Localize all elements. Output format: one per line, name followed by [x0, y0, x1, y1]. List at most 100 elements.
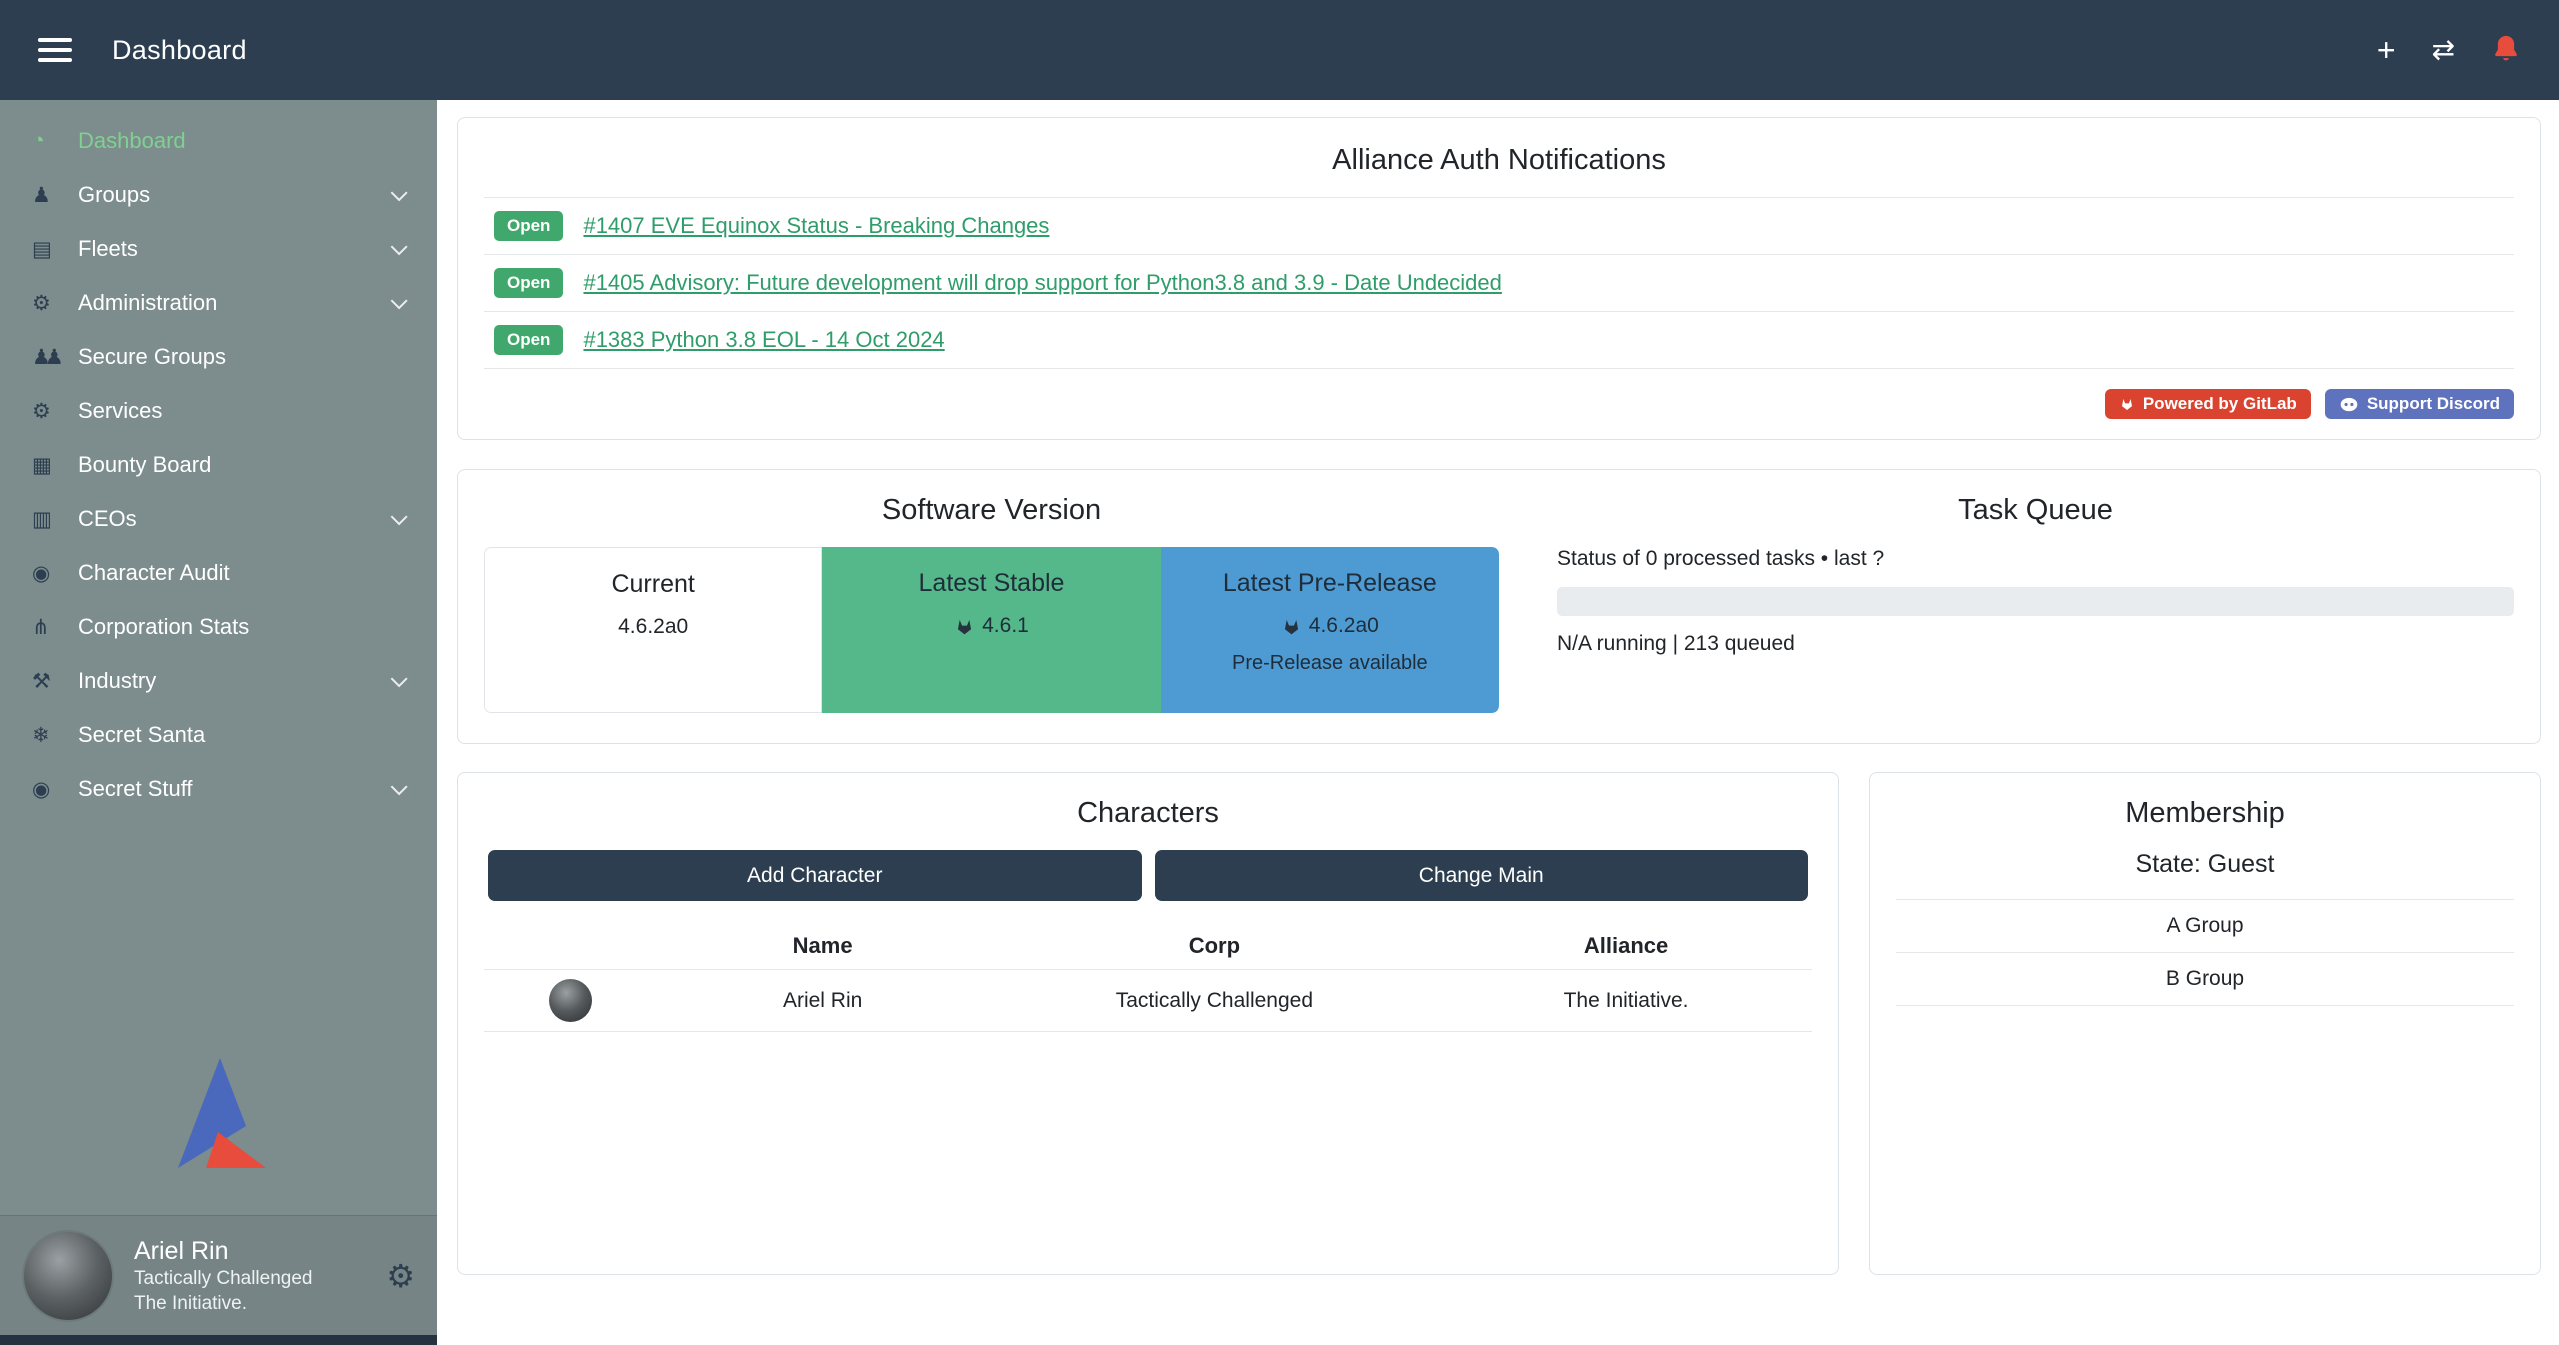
sidebar-item-label: Groups	[78, 182, 150, 208]
gears-icon: ⚙	[32, 291, 78, 316]
characters-table: Name Corp Alliance Ariel Rin Tactically …	[484, 923, 1812, 1032]
software-taskqueue-panel: Software Version Current 4.6.2a0 Latest …	[457, 469, 2541, 744]
task-queue-section: Task Queue Status of 0 processed tasks •…	[1499, 484, 2514, 713]
sidebar-item-services[interactable]: ⚙ Services	[0, 384, 437, 438]
chevron-down-icon	[391, 292, 408, 309]
user-alliance: The Initiative.	[134, 1292, 313, 1317]
sidebar-item-fleets[interactable]: ▤ Fleets	[0, 222, 437, 276]
sidebar-item-industry[interactable]: ⚒ Industry	[0, 654, 437, 708]
add-character-button[interactable]: Add Character	[488, 850, 1142, 901]
sidebar-item-character-audit[interactable]: ◉ Character Audit	[0, 546, 437, 600]
avatar-column-header	[484, 923, 657, 970]
chevron-down-icon	[391, 238, 408, 255]
software-version-title: Software Version	[484, 494, 1499, 527]
shuffle-icon[interactable]: ⇄	[2432, 36, 2455, 64]
notification-row: Open #1407 EVE Equinox Status - Breaking…	[484, 197, 2514, 254]
gear-icon[interactable]: ⚙	[386, 1257, 415, 1295]
sidebar-item-ceos[interactable]: ▥ CEOs	[0, 492, 437, 546]
sidebar-item-bounty-board[interactable]: ▦ Bounty Board	[0, 438, 437, 492]
corp-column-header: Corp	[989, 923, 1441, 970]
folder-open-icon: ▤	[32, 237, 78, 262]
table-row[interactable]: Ariel Rin Tactically Challenged The Init…	[484, 970, 1812, 1032]
gift-icon: ❄	[32, 723, 78, 748]
version-current-value: 4.6.2a0	[485, 615, 821, 639]
sidebar-item-label: Bounty Board	[78, 452, 211, 478]
notification-link[interactable]: #1383 Python 3.8 EOL - 14 Oct 2024	[583, 327, 944, 353]
discord-badge-label: Support Discord	[2367, 394, 2500, 414]
user-panel: Ariel Rin Tactically Challenged The Init…	[0, 1215, 437, 1335]
user-avatar	[22, 1230, 114, 1322]
chevron-down-icon	[391, 508, 408, 525]
list-item: B Group	[1896, 952, 2514, 1006]
bottom-row: Characters Add Character Change Main Nam…	[457, 772, 2541, 1275]
sidebar-nav: ◔ Dashboard ♟ Groups ▤ Fleets ⚙ Administ…	[0, 100, 437, 816]
eye-icon: ◉	[32, 777, 78, 802]
characters-table-header: Name Corp Alliance	[484, 923, 1812, 970]
sidebar-item-label: Secret Santa	[78, 722, 205, 748]
sidebar: ◔ Dashboard ♟ Groups ▤ Fleets ⚙ Administ…	[0, 100, 437, 1345]
character-name: Ariel Rin	[657, 970, 989, 1032]
gitlab-icon	[1281, 616, 1302, 637]
billboard-icon: ▦	[32, 453, 78, 478]
navbar-actions: + ⇄	[2377, 34, 2521, 66]
version-current: Current 4.6.2a0	[484, 547, 822, 713]
character-avatar-cell	[484, 970, 657, 1032]
sidebar-item-label: Industry	[78, 668, 156, 694]
chevron-down-icon	[391, 778, 408, 795]
version-stable: Latest Stable 4.6.1	[822, 547, 1160, 713]
notifications-footer: Powered by GitLab Support Discord	[484, 389, 2514, 419]
task-queue-status: Status of 0 processed tasks • last ?	[1557, 547, 2514, 571]
chevron-down-icon	[391, 184, 408, 201]
sidebar-item-secret-santa[interactable]: ❄ Secret Santa	[0, 708, 437, 762]
characters-title: Characters	[484, 797, 1812, 830]
character-avatar	[549, 979, 592, 1022]
notifications-list: Open #1407 EVE Equinox Status - Breaking…	[484, 197, 2514, 369]
dashboard-icon: ◔	[32, 129, 78, 153]
version-boxes: Current 4.6.2a0 Latest Stable 4.6.1 Late…	[484, 547, 1499, 713]
version-stable-label: Latest Stable	[822, 569, 1160, 598]
main-content: Alliance Auth Notifications Open #1407 E…	[437, 100, 2559, 1345]
change-main-button[interactable]: Change Main	[1155, 850, 1809, 901]
characters-panel: Characters Add Character Change Main Nam…	[457, 772, 1839, 1275]
status-badge: Open	[494, 325, 563, 355]
user-meta: Ariel Rin Tactically Challenged The Init…	[134, 1235, 313, 1317]
user-icon: ♟	[32, 183, 78, 208]
task-queue-summary: N/A running | 213 queued	[1557, 632, 2514, 656]
version-prerelease-value: 4.6.2a0	[1161, 614, 1499, 638]
sidebar-item-secret-stuff[interactable]: ◉ Secret Stuff	[0, 762, 437, 816]
sidebar-item-dashboard[interactable]: ◔ Dashboard	[0, 114, 437, 168]
notification-link[interactable]: #1407 EVE Equinox Status - Breaking Chan…	[583, 213, 1049, 239]
notifications-bell-icon[interactable]	[2491, 34, 2521, 66]
sidebar-item-label: Secure Groups	[78, 344, 226, 370]
sidebar-item-secure-groups[interactable]: ♟♟ Secure Groups	[0, 330, 437, 384]
status-badge: Open	[494, 268, 563, 298]
share-icon: ⋔	[32, 615, 78, 640]
characters-actions: Add Character Change Main	[488, 850, 1808, 901]
sidebar-bottom-strip	[0, 1335, 437, 1345]
page-title: Dashboard	[112, 35, 247, 66]
gitlab-icon	[954, 616, 975, 637]
sidebar-item-administration[interactable]: ⚙ Administration	[0, 276, 437, 330]
task-queue-title: Task Queue	[1557, 494, 2514, 527]
gitlab-badge[interactable]: Powered by GitLab	[2105, 389, 2311, 419]
sidebar-item-label: Secret Stuff	[78, 776, 193, 802]
alliance-logo	[158, 1052, 280, 1177]
menu-icon[interactable]	[38, 32, 72, 68]
version-stable-value: 4.6.1	[822, 614, 1160, 638]
notification-link[interactable]: #1405 Advisory: Future development will …	[583, 270, 1501, 296]
name-column-header: Name	[657, 923, 989, 970]
sidebar-item-groups[interactable]: ♟ Groups	[0, 168, 437, 222]
wrench-icon: ⚒	[32, 669, 78, 694]
chevron-down-icon	[391, 670, 408, 687]
discord-icon	[2339, 397, 2359, 412]
add-icon[interactable]: +	[2377, 34, 2396, 66]
sidebar-item-label: Dashboard	[78, 128, 186, 154]
sidebar-item-label: CEOs	[78, 506, 137, 532]
version-current-label: Current	[485, 570, 821, 599]
membership-state: State: Guest	[1896, 850, 2514, 879]
sidebar-item-label: Character Audit	[78, 560, 230, 586]
alliance-column-header: Alliance	[1440, 923, 1812, 970]
discord-badge[interactable]: Support Discord	[2325, 389, 2514, 419]
user-corp: Tactically Challenged	[134, 1267, 313, 1292]
sidebar-item-corporation-stats[interactable]: ⋔ Corporation Stats	[0, 600, 437, 654]
